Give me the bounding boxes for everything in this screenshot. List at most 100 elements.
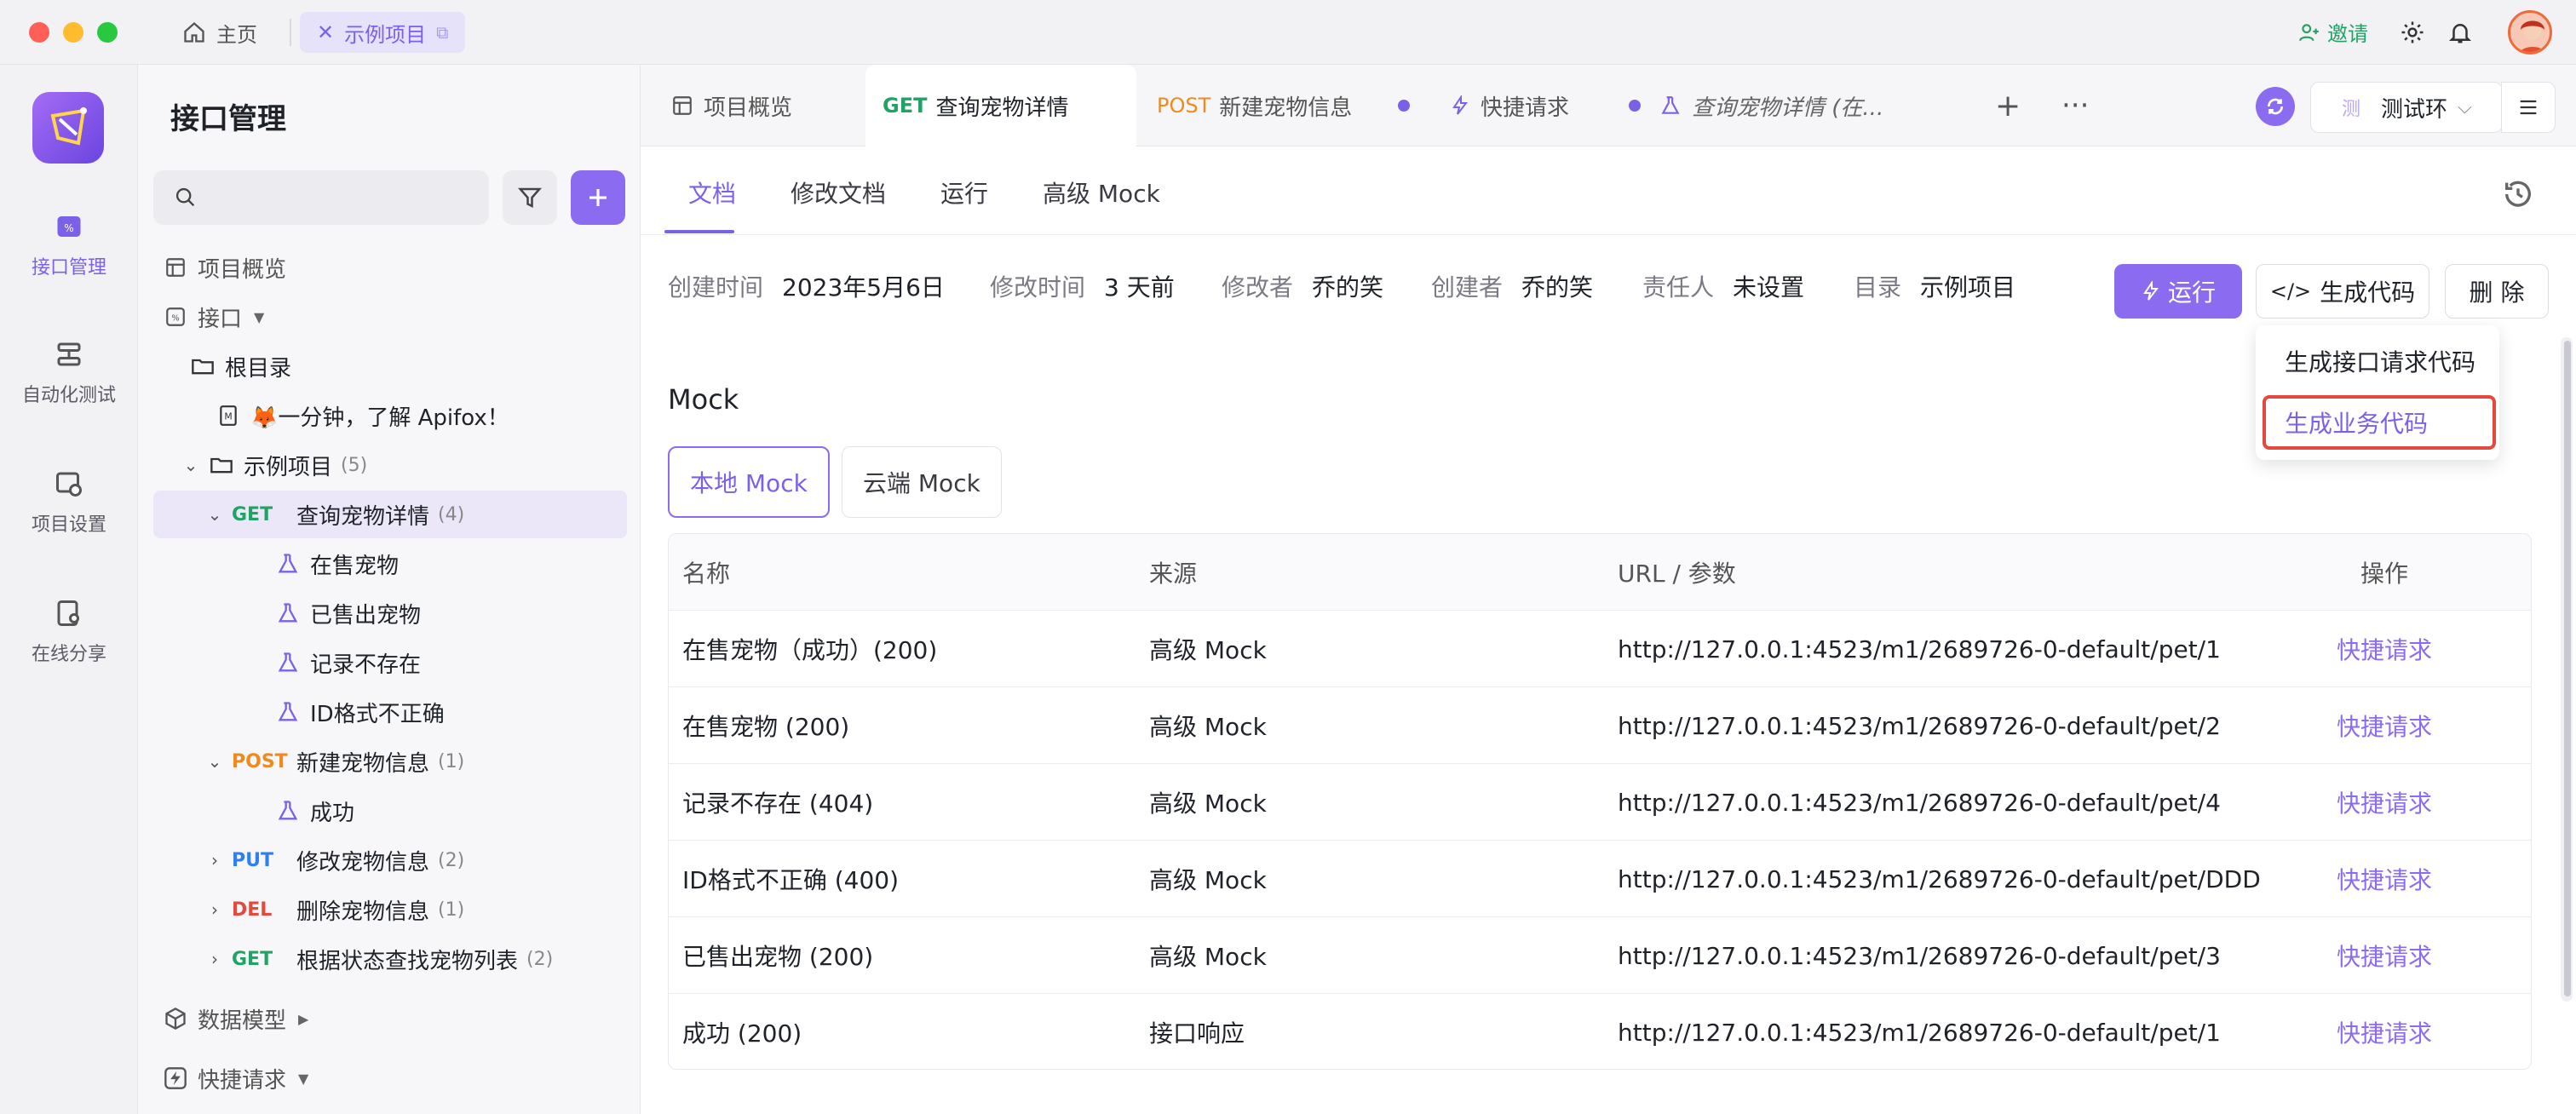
unsaved-dot-icon [1398,100,1411,112]
avatar[interactable] [2508,10,2552,55]
external-link-icon[interactable]: ⧉ [436,22,448,43]
tree-item-quick[interactable]: 快捷请求 ▼ [153,1054,627,1102]
tree-item-put-pet[interactable]: › PUT 修改宠物信息 (2) [153,836,627,884]
tab-advanced-mock[interactable]: 高级 Mock [1043,175,1160,210]
history-button[interactable] [2501,177,2535,211]
tab-quick-request[interactable]: 快捷请求 [1450,65,1642,146]
quick-request-link[interactable]: 快捷请求 [2337,764,2432,841]
close-window-button[interactable] [29,22,49,43]
mock-name: ID格式不正确 (400) [682,866,900,894]
env-sync-button[interactable] [2256,87,2295,126]
chevron-down-icon[interactable]: ⌄ [203,504,227,525]
home-tab[interactable]: 主页 [182,15,257,49]
tab-case-preview[interactable]: 查询宠物详情 (在... [1659,65,1883,146]
tree-item-case[interactable]: 成功 [153,787,627,835]
chevron-down-icon[interactable]: ⌄ [203,751,227,772]
environment-select[interactable]: 测 测试环 ⌵ [2310,82,2503,133]
test-case-icon [274,600,302,627]
project-tab[interactable]: ✕ 示例项目 ⧉ [300,12,466,53]
tree-item-folder[interactable]: ⌄ 示例项目 (5) [153,441,627,489]
scrollbar-thumb[interactable] [2564,341,2571,996]
menu-item-request-code[interactable]: 生成接口请求代码 [2285,344,2475,378]
rail-item-share[interactable]: 在线分享 [0,596,138,666]
delete-button[interactable]: 删 除 [2445,264,2549,319]
local-mock-button[interactable]: 本地 Mock [668,446,830,518]
tree-item-get-pet[interactable]: ⌄ GET 查询宠物详情 (4) [153,491,627,538]
mock-url[interactable]: http://127.0.0.1:4523/m1/2689726-0-defau… [1618,764,2221,841]
meta-modifier: 修改者 乔的笑 [1222,269,1383,303]
meta-value: 乔的笑 [1521,273,1594,301]
plus-icon: + [1995,88,2021,123]
filter-button[interactable] [503,170,557,225]
more-tabs-button[interactable]: ··· [2061,65,2089,146]
quick-request-link[interactable]: 快捷请求 [2337,611,2432,687]
automation-icon [52,337,86,371]
tab-run[interactable]: 运行 [940,175,988,210]
chevron-right-icon[interactable]: › [203,850,227,870]
generate-code-button[interactable]: </> 生成代码 [2256,264,2429,319]
chevron-down-icon[interactable]: ⌄ [179,455,203,475]
quick-request-link[interactable]: 快捷请求 [2337,687,2432,764]
tree-item-get-pet-list[interactable]: › GET 根据状态查找宠物列表 (2) [153,935,627,983]
tree-item-del-pet[interactable]: › DEL 删除宠物信息 (1) [153,886,627,933]
env-menu-button[interactable] [2501,82,2556,133]
tree-item-case[interactable]: 已售出宠物 [153,589,627,637]
quick-request-link[interactable]: 快捷请求 [2337,917,2432,994]
mock-url[interactable]: http://127.0.0.1:4523/m1/2689726-0-defau… [1618,994,2221,1069]
invite-button[interactable]: 邀请 [2298,17,2368,47]
tab-doc[interactable]: 文档 [688,175,736,210]
meta-modified: 修改时间 3 天前 [990,269,1175,303]
caret-down-icon: ▼ [298,1070,309,1087]
close-icon[interactable]: ✕ [317,20,334,44]
tab-get-pet[interactable]: GET 查询宠物详情 [865,65,1136,146]
api-sidebar: 接口管理 项目概览 % 接口 ▼ 根目录 M 🦊一分钟，了解 Apifox！ ⌄… [138,65,641,1114]
search-input[interactable] [153,170,489,225]
cloud-mock-button[interactable]: 云端 Mock [842,446,1002,518]
mock-url[interactable]: http://127.0.0.1:4523/m1/2689726-0-defau… [1618,917,2221,994]
api-icon: % [162,303,189,330]
tree-item-label: 成功 [310,800,355,826]
project-tab-label: 示例项目 [344,22,427,47]
bell-icon [2448,24,2472,43]
mock-url[interactable]: http://127.0.0.1:4523/m1/2689726-0-defau… [1618,687,2221,764]
tab-edit-doc[interactable]: 修改文档 [791,175,886,210]
minimize-window-button[interactable] [63,22,83,43]
rail-item-automation[interactable]: 自动化测试 [0,337,138,407]
new-tab-button[interactable]: + [1995,65,2021,146]
tree-item-case[interactable]: 记录不存在 [153,639,627,686]
run-button[interactable]: 运行 [2114,264,2242,319]
markdown-icon: M [215,402,242,429]
quick-request-link[interactable]: 快捷请求 [2337,994,2432,1069]
tab-post-pet[interactable]: POST 新建宠物信息 [1157,65,1411,146]
test-case-icon [274,698,302,726]
maximize-window-button[interactable] [97,22,118,43]
add-button[interactable] [571,170,625,225]
chevron-right-icon[interactable]: › [203,899,227,920]
rail-item-project-settings[interactable]: 项目设置 [0,467,138,537]
tree-item-post-pet[interactable]: ⌄ POST 新建宠物信息 (1) [153,738,627,785]
tree-item-case[interactable]: 在售宠物 [153,540,627,588]
tree-item-models[interactable]: 数据模型 ▶ [153,995,627,1042]
method-badge: GET [883,94,928,118]
app-logo[interactable] [32,92,104,164]
mock-url[interactable]: http://127.0.0.1:4523/m1/2689726-0-defau… [1618,841,2261,917]
tree-item-label: 根据状态查找宠物列表 [296,948,519,974]
tree-item-api[interactable]: % 接口 ▼ [153,293,627,341]
tree-item-overview[interactable]: 项目概览 [153,244,627,291]
unsaved-dot-icon [1629,100,1642,112]
mock-url[interactable]: http://127.0.0.1:4523/m1/2689726-0-defau… [1618,611,2221,687]
notifications-button[interactable] [2445,17,2475,48]
tree-item-root[interactable]: 根目录 [153,342,627,390]
menu-item-business-code[interactable]: 生成业务代码 [2285,405,2428,439]
tab-overview[interactable]: 项目概览 [671,65,792,146]
settings-button[interactable] [2397,17,2428,48]
title-bar: 主页 ✕ 示例项目 ⧉ 邀请 [0,0,2576,65]
tree-item-case[interactable]: ID格式不正确 [153,688,627,736]
tree-item-doc[interactable]: M 🦊一分钟，了解 Apifox！ [153,392,627,439]
method-badge: PUT [232,849,273,871]
active-tab-indicator [664,230,734,233]
rail-item-api[interactable]: % 接口管理 [0,210,138,279]
chevron-right-icon[interactable]: › [203,949,227,969]
quick-request-link[interactable]: 快捷请求 [2337,841,2432,917]
tree-item-count: (1) [438,899,465,921]
